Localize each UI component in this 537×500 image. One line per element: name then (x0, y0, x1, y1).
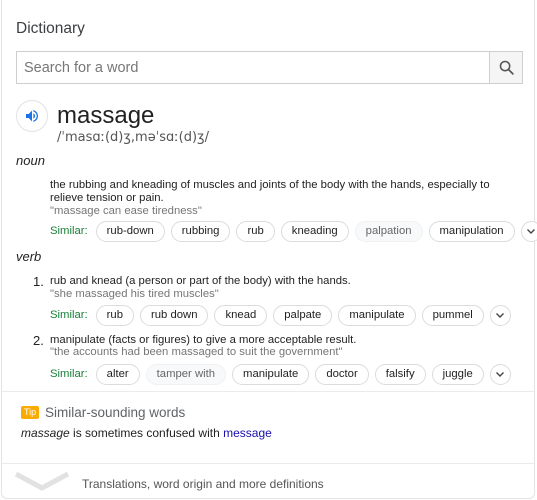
similar-sounding-title: Similar-sounding words (45, 405, 186, 420)
dictionary-card: Dictionary massage /ˈmasɑː(d)ʒ,məˈsɑː(d)… (1, 0, 537, 499)
similar-chip[interactable]: manipulate (338, 304, 416, 326)
verb1-similar-row: Similar: rub rub down knead palpate mani… (50, 304, 511, 326)
search-button[interactable] (489, 52, 522, 83)
similar-chip[interactable]: juggle (431, 363, 484, 385)
similar-chip[interactable]: doctor (315, 363, 369, 385)
confused-text: is sometimes confused with (69, 426, 224, 440)
similar-chip[interactable]: alter (95, 363, 140, 385)
similar-chip[interactable]: rubbing (170, 220, 231, 242)
pos-verb: verb (16, 249, 42, 264)
similar-chip[interactable]: manipulation (428, 220, 515, 242)
verb-definition-1: rub and knead (a person or part of the b… (50, 275, 351, 287)
similar-chip[interactable]: palpate (273, 304, 333, 326)
tip-badge: Tip (21, 406, 40, 419)
expand-similar-button[interactable] (489, 363, 511, 385)
expand-similar-button[interactable] (489, 304, 511, 326)
chevron-down-icon (496, 372, 505, 377)
noun-similar-row: Similar: rub-down rubbing rub kneading p… (50, 220, 537, 242)
speaker-icon (26, 110, 38, 122)
search-box (16, 51, 523, 84)
sense-number: 1. (33, 274, 44, 289)
confused-with-link[interactable]: message (223, 426, 272, 440)
similar-chip[interactable]: manipulate (232, 363, 310, 385)
more-definitions-button[interactable]: Translations, word origin and more defin… (2, 464, 534, 499)
noun-definition: the rubbing and kneading of muscles and … (50, 179, 490, 204)
search-icon (499, 60, 514, 75)
search-input[interactable] (17, 52, 489, 83)
chevron-down-icon (496, 313, 505, 318)
pos-noun: noun (16, 153, 45, 168)
similar-chip[interactable]: kneading (280, 220, 349, 242)
verb2-similar-row: Similar: alter tamper with manipulate do… (50, 363, 511, 385)
card-title: Dictionary (16, 20, 85, 37)
pronunciation-audio-button[interactable] (16, 100, 48, 132)
similar-chip[interactable]: falsify (374, 363, 426, 385)
similar-chip[interactable]: rub (95, 304, 134, 326)
similar-label: Similar: (50, 309, 88, 321)
verb-example-2: "the accounts had been massaged to suit … (50, 346, 343, 358)
similar-chip[interactable]: rub-down (95, 220, 165, 242)
chevron-down-icon (14, 471, 70, 491)
verb-example-1: "she massaged his tired muscles" (50, 288, 219, 300)
sense-number: 2. (33, 333, 44, 348)
divider (2, 391, 534, 392)
similar-label: Similar: (50, 225, 88, 237)
similar-label: Similar: (50, 368, 88, 380)
more-definitions-label: Translations, word origin and more defin… (82, 477, 324, 491)
similar-chip[interactable]: pummel (421, 304, 484, 326)
similar-chip[interactable]: rub (236, 220, 275, 242)
chevron-down-icon (527, 229, 536, 234)
similar-sounding-text: massage is sometimes confused with messa… (21, 426, 272, 440)
similar-chip[interactable]: rub down (140, 304, 209, 326)
similar-chip[interactable]: tamper with (145, 363, 227, 385)
headword: massage (57, 102, 155, 129)
phonetic: /ˈmasɑː(d)ʒ,məˈsɑː(d)ʒ/ (57, 130, 209, 145)
similar-chip[interactable]: palpation (354, 220, 423, 242)
confused-word: massage (21, 426, 70, 440)
noun-example: "massage can ease tiredness" (50, 205, 202, 217)
similar-chip[interactable]: knead (214, 304, 268, 326)
expand-similar-button[interactable] (520, 220, 537, 242)
